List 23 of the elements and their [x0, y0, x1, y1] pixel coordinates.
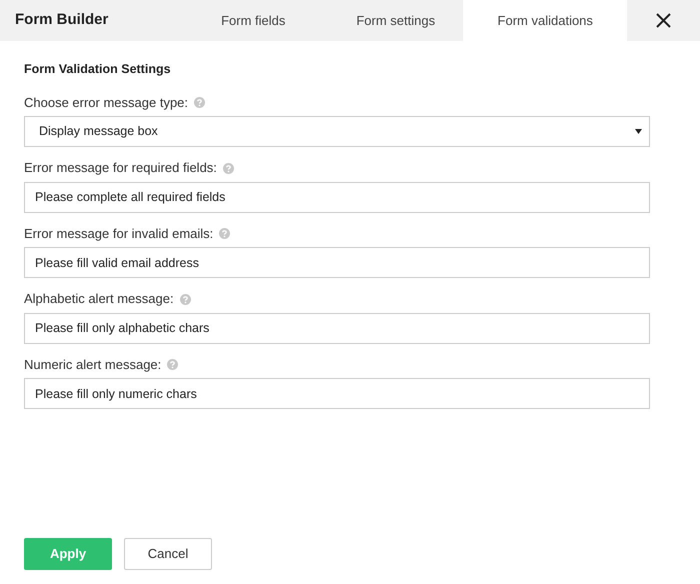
- help-icon: [222, 162, 234, 174]
- help-icon: [219, 228, 230, 239]
- caret-icon: [635, 129, 642, 134]
- tab[interactable]: Form settings: [328, 0, 464, 41]
- tab[interactable]: Form fields: [178, 0, 328, 41]
- tab[interactable]: Form validations: [463, 0, 628, 41]
- field-label: Error message for required fields:: [24, 159, 217, 178]
- cancel-button[interactable]: Cancel: [124, 538, 212, 570]
- field-label: Numeric alert message:: [24, 356, 162, 374]
- help-icon: [180, 294, 191, 304]
- text-field[interactable]: Please complete all required fields: [24, 182, 650, 213]
- text-field[interactable]: Please fill only numeric chars: [24, 378, 650, 410]
- field-label: Error message for invalid emails:: [24, 224, 214, 243]
- text-field[interactable]: Please fill valid email address: [24, 247, 650, 278]
- text-field[interactable]: Please fill only alphabetic chars: [24, 312, 650, 344]
- field-label: Choose error message type:: [24, 94, 188, 112]
- window-title: Form Builder: [14, 10, 110, 30]
- dropdown-field[interactable]: Display message box: [24, 116, 650, 148]
- section-title: Form Validation Settings: [24, 61, 172, 78]
- field-label: Alphabetic alert message:: [24, 290, 174, 308]
- help-icon: [167, 359, 178, 370]
- help-icon: [194, 97, 206, 108]
- close-icon: [656, 13, 672, 28]
